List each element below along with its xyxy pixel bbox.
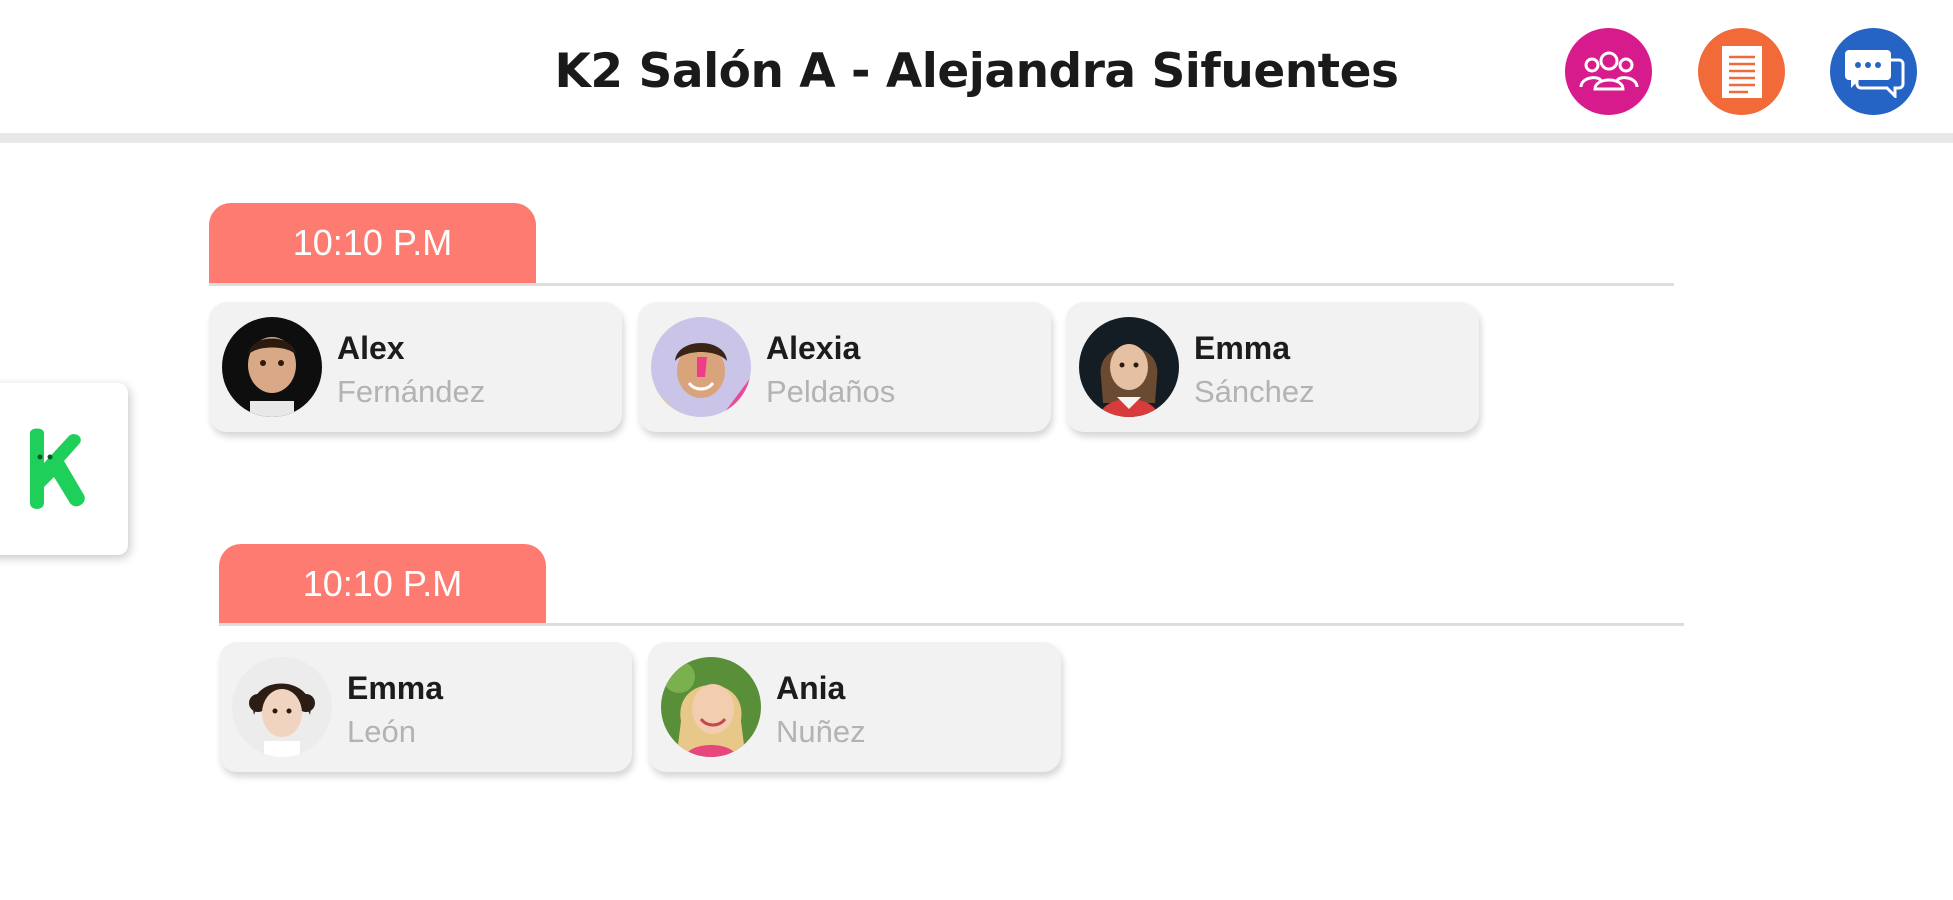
chat-icon	[1844, 49, 1904, 98]
student-card[interactable]: Emma León	[219, 642, 632, 772]
student-card[interactable]: Alex Fernández	[209, 302, 622, 432]
document-button[interactable]	[1698, 28, 1785, 115]
avatar	[1079, 317, 1179, 417]
student-first-name: Emma	[347, 670, 444, 706]
student-card[interactable]: Ania Nuñez	[648, 642, 1061, 772]
student-first-name: Alex	[337, 330, 405, 366]
avatar	[661, 657, 761, 757]
time-tab: 10:10 P.M	[219, 544, 546, 624]
avatar	[651, 317, 751, 417]
student-last-name: Peldaños	[766, 374, 896, 409]
document-icon	[1721, 45, 1762, 98]
student-last-name: Fernández	[337, 374, 486, 409]
student-first-name: Ania	[776, 670, 846, 706]
student-first-name: Alexia	[766, 330, 861, 366]
divider	[209, 283, 1674, 286]
student-last-name: León	[347, 714, 416, 749]
time-tab: 10:10 P.M	[209, 203, 536, 283]
student-card[interactable]: Emma Sánchez	[1066, 302, 1479, 432]
student-first-name: Emma	[1194, 330, 1291, 366]
avatar	[222, 317, 322, 417]
group-icon	[1579, 51, 1638, 90]
divider	[219, 623, 1684, 626]
avatar	[232, 657, 332, 757]
student-last-name: Sánchez	[1194, 374, 1315, 409]
kinedu-logo-icon	[30, 428, 85, 509]
student-card[interactable]: Alexia Peldaños	[638, 302, 1051, 432]
app-header: K2 Salón A - Alejandra Sifuentes	[0, 0, 1953, 143]
chat-button[interactable]	[1830, 28, 1917, 115]
group-button[interactable]	[1565, 28, 1652, 115]
student-last-name: Nuñez	[776, 714, 866, 749]
side-menu-tab[interactable]	[0, 383, 128, 555]
page-title: K2 Salón A - Alejandra Sifuentes	[554, 44, 1399, 99]
